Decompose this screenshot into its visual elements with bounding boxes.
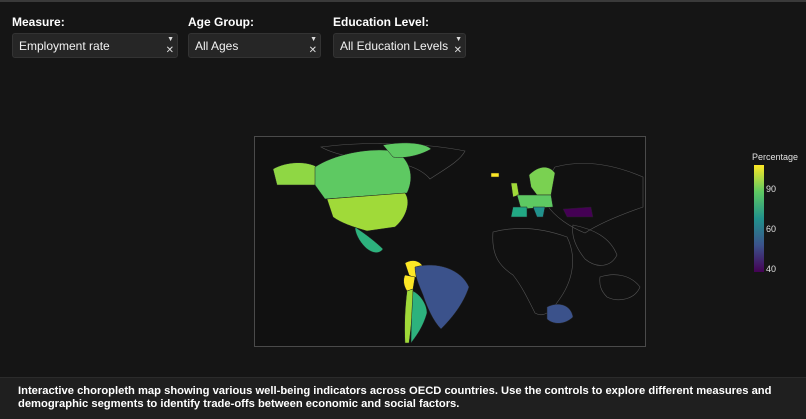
measure-control: Measure: Employment rate ▼ ✕: [12, 15, 178, 58]
clear-icon[interactable]: ✕: [166, 46, 174, 56]
legend-tick: 40: [766, 264, 777, 274]
usa-region[interactable]: [326, 192, 408, 232]
russia-asia-outline: [545, 163, 644, 234]
iceland-region[interactable]: [490, 172, 500, 178]
age-group-dropdown[interactable]: All Ages ▼ ✕: [188, 33, 321, 58]
description-text: Interactive choropleth map showing vario…: [18, 385, 772, 410]
south-asia-outline: [572, 224, 618, 266]
age-group-control: Age Group: All Ages ▼ ✕: [188, 15, 321, 58]
description-footer: Interactive choropleth map showing vario…: [0, 377, 806, 419]
education-label: Education Level:: [333, 15, 430, 29]
education-value: All Education Levels: [340, 39, 449, 53]
choropleth-map[interactable]: [254, 136, 646, 347]
africa-outline: [492, 228, 573, 316]
italy-region[interactable]: [532, 206, 546, 218]
nordic-region[interactable]: [528, 167, 556, 196]
age-group-value: All Ages: [195, 39, 239, 53]
education-dropdown[interactable]: All Education Levels ▼ ✕: [333, 33, 466, 58]
legend-tick: 60: [766, 224, 777, 234]
south-africa-region[interactable]: [546, 304, 574, 324]
legend-tick: 90: [766, 184, 777, 194]
peru-region[interactable]: [403, 274, 416, 292]
colorbar-legend: Percentage 90 60 40: [752, 152, 802, 277]
caret-down-icon[interactable]: ▼: [455, 36, 462, 44]
caret-down-icon[interactable]: ▼: [167, 36, 174, 44]
legend-colorbar: [754, 165, 764, 272]
oceania-outline: [599, 274, 641, 300]
measure-value: Employment rate: [19, 39, 110, 53]
age-group-label: Age Group:: [188, 15, 254, 29]
top-rule: [0, 0, 806, 2]
iberia-region[interactable]: [510, 206, 528, 218]
clear-icon[interactable]: ✕: [454, 46, 462, 56]
alaska-region[interactable]: [272, 162, 318, 186]
measure-dropdown[interactable]: Employment rate ▼ ✕: [12, 33, 178, 58]
world-map-svg: [272, 142, 644, 344]
caret-down-icon[interactable]: ▼: [310, 36, 317, 44]
clear-icon[interactable]: ✕: [309, 46, 317, 56]
turkey-region[interactable]: [562, 206, 594, 218]
education-control: Education Level: All Education Levels ▼ …: [333, 15, 466, 58]
measure-label: Measure:: [12, 15, 65, 29]
legend-title: Percentage: [752, 152, 799, 162]
